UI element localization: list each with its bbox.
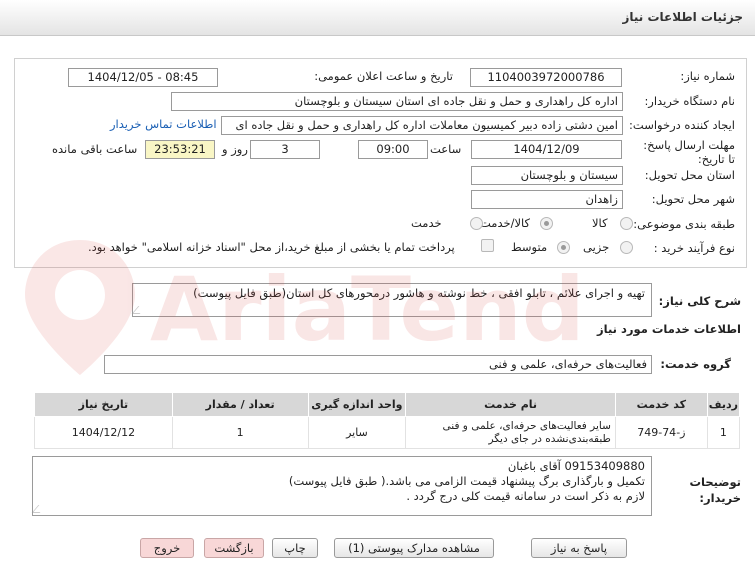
category-goods-service-radio[interactable] [540,217,553,230]
services-table: ردیف کد خدمت نام خدمت واحد اندازه گیری ت… [34,392,741,449]
treasury-payment-checkbox[interactable] [481,239,494,252]
cell-unit: سایر [307,416,407,449]
announce-date-field: 1404/12/05 - 08:45 [68,68,218,87]
category-goods-radio[interactable] [620,217,633,230]
resize-handle[interactable] [131,306,147,314]
cell-service-name: سایر فعالیت‌های حرفه‌ای، علمی و فنی طبقه… [405,416,616,449]
description-label: شرح کلی نیاز: [658,294,741,308]
buyer-notes-label: توضیحات خریدار: [689,475,742,505]
category-goods-label: کالا [592,216,608,230]
process-minor-label: جزیی [583,240,610,254]
page-header: جزئیات اطلاعات نیاز [0,0,755,36]
back-button[interactable]: بازگشت [204,538,264,558]
category-service-label: خدمت [411,216,442,230]
process-medium-radio[interactable] [557,241,570,254]
services-section-title: اطلاعات خدمات مورد نیاز [597,322,741,336]
buyer-notes-field: 09153409880 آقای باغبان تکمیل و بارگذاری… [31,456,652,516]
description-field: تهیه و اجرای علائم ، تابلو افقی ، خط نوش… [131,283,652,317]
category-goods-service-label: کالا/خدمت [480,216,531,230]
days-label: روز و [222,142,248,156]
col-quantity: تعداد / مقدار [171,392,309,417]
exit-button[interactable]: خروج [140,538,194,558]
buyer-contact-link[interactable]: اطلاعات تماس خریدار [110,117,217,131]
category-service-radio[interactable] [470,217,483,230]
print-button[interactable]: چاپ [272,538,318,558]
province-label: استان محل تحویل: [644,168,735,182]
service-group-label: گروه خدمت: [660,357,731,371]
announce-date-label: تاریخ و ساعت اعلان عمومی: [314,69,453,83]
service-group-field: فعالیت‌های حرفه‌ای، علمی و فنی [104,355,652,374]
buyer-org-field: اداره کل راهداری و حمل و نقل جاده ای است… [171,92,623,111]
reply-button[interactable]: پاسخ به نیاز [531,538,627,558]
deadline-label: مهلت ارسال پاسخ: تا تاریخ: [643,138,735,166]
cell-quantity: 1 [171,416,309,449]
process-type-label: نوع فرآیند خرید : [653,241,735,255]
note-line: 09153409880 آقای باغبان [507,459,645,473]
city-field: زاهدان [471,190,623,209]
process-minor-radio[interactable] [620,241,633,254]
cell-row-number: 1 [706,416,741,449]
col-unit: واحد اندازه گیری [307,392,407,417]
note-line: لازم به ذکر است در سامانه قیمت کلی درج گ… [406,489,645,503]
province-field: سیستان و بلوچستان [471,166,623,185]
view-attachments-button[interactable]: مشاهده مدارک پیوستی (1) [334,538,494,558]
category-label: طبقه بندی موضوعی: [633,217,735,231]
remaining-time-field: 23:53:21 [145,140,215,159]
city-label: شهر محل تحویل: [651,192,735,206]
requester-label: ایجاد کننده درخواست: [629,118,735,132]
treasury-payment-note: پرداخت تمام یا بخشی از مبلغ خرید،از محل … [88,240,455,254]
col-need-date: تاریخ نیاز [34,392,173,417]
need-number-field: 1104003972000786 [470,68,622,87]
table-header-row: ردیف کد خدمت نام خدمت واحد اندازه گیری ت… [34,392,741,417]
process-medium-label: متوسط [511,240,548,254]
days-remaining-field: 3 [250,140,320,159]
remaining-time-label: ساعت باقی مانده [52,142,138,156]
resize-handle[interactable] [31,505,47,513]
col-service-code: کد خدمت [614,392,708,417]
note-line: تکمیل و بارگذاری برگ پیشنهاد قیمت الزامی… [288,474,645,488]
table-row: 1 ز-74-749 سایر فعالیت‌های حرفه‌ای، علمی… [34,416,741,449]
requester-field: امین دشتی زاده دبیر کمیسیون معاملات ادار… [221,116,623,135]
cell-need-date: 1404/12/12 [34,416,173,449]
description-text: تهیه و اجرای علائم ، تابلو افقی ، خط نوش… [193,286,645,300]
need-number-label: شماره نیاز: [680,69,735,83]
deadline-time-field: 09:00 [358,140,428,159]
deadline-date-field: 1404/12/09 [471,140,622,159]
col-row: ردیف [706,392,741,417]
col-service-name: نام خدمت [405,392,616,417]
cell-service-code: ز-74-749 [614,416,708,449]
deadline-time-label: ساعت [430,142,462,156]
buyer-org-label: نام دستگاه خریدار: [644,94,735,108]
page-title: جزئیات اطلاعات نیاز [622,10,743,24]
